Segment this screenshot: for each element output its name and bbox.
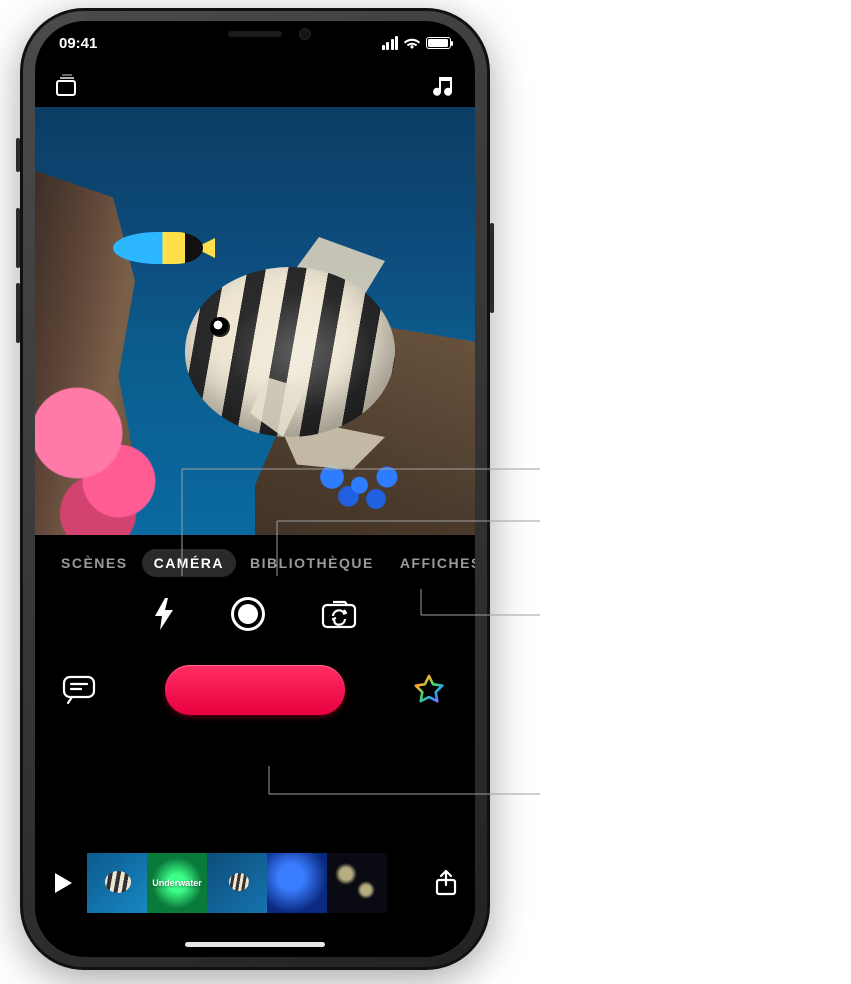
home-indicator[interactable]: [185, 942, 325, 947]
timeline-clip[interactable]: [327, 853, 387, 913]
volume-up-button: [16, 208, 20, 268]
timeline-clip[interactable]: [87, 853, 147, 913]
notch: [150, 21, 360, 53]
clip-label: Underwater: [152, 878, 202, 888]
viewer: [35, 107, 475, 535]
media-tabs: SCÈNES CAMÉRA BIBLIOTHÈQUE AFFICHES: [43, 549, 467, 577]
timeline-clip[interactable]: [207, 853, 267, 913]
play-button[interactable]: [49, 872, 77, 894]
phone-frame: 09:41: [20, 8, 490, 970]
tab-library[interactable]: BIBLIOTHÈQUE: [238, 549, 386, 577]
tab-scenes[interactable]: SCÈNES: [49, 549, 140, 577]
nav-bar: [35, 65, 475, 107]
status-time: 09:41: [59, 35, 97, 52]
wifi-icon: [403, 36, 421, 50]
battery-icon: [426, 37, 451, 49]
flash-button[interactable]: [153, 598, 175, 630]
timeline-row: Underwater: [35, 853, 475, 913]
viewer-subject-fish: [155, 227, 435, 457]
volume-down-button: [16, 283, 20, 343]
timeline[interactable]: Underwater: [87, 853, 421, 913]
screen: 09:41: [35, 21, 475, 957]
record-button[interactable]: [165, 665, 345, 715]
timeline-clip[interactable]: [267, 853, 327, 913]
shutter-button[interactable]: [231, 597, 265, 631]
side-button: [490, 223, 494, 313]
mute-switch: [16, 138, 20, 172]
share-button[interactable]: [431, 869, 461, 897]
cellular-icon: [382, 36, 399, 50]
tab-posters[interactable]: AFFICHES: [388, 549, 475, 577]
tab-camera[interactable]: CAMÉRA: [142, 549, 236, 577]
music-button[interactable]: [429, 72, 457, 100]
effects-button[interactable]: [407, 671, 451, 709]
timeline-clip[interactable]: Underwater: [147, 853, 207, 913]
record-row: [43, 665, 467, 715]
camera-controls: [43, 597, 467, 631]
live-titles-button[interactable]: [59, 671, 103, 709]
flip-camera-button[interactable]: [321, 599, 357, 629]
projects-button[interactable]: [53, 72, 81, 100]
